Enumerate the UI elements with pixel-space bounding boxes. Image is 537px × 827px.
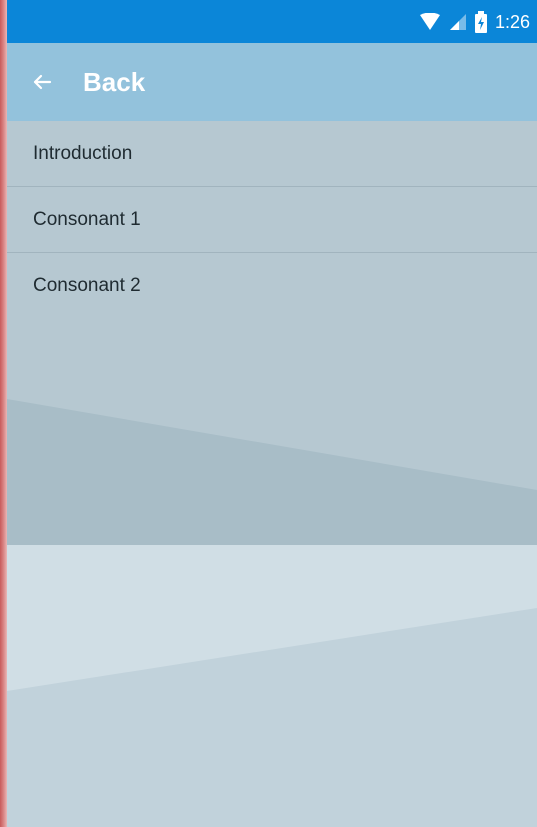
list-item-consonant-2[interactable]: Consonant 2 — [7, 253, 537, 319]
back-label: Back — [83, 67, 146, 97]
battery-icon — [474, 11, 487, 33]
back-button[interactable]: Back — [32, 43, 145, 121]
status-bar: 1:26 — [7, 0, 537, 43]
arrow-left-icon — [32, 72, 52, 92]
list-item-label: Consonant 2 — [33, 275, 141, 296]
lesson-list: Introduction Consonant 1 Consonant 2 — [7, 121, 537, 319]
app-screen: 1:26 Back Introduction Consonant 1 Conso… — [0, 0, 537, 827]
wifi-icon — [419, 13, 441, 31]
list-item-introduction[interactable]: Introduction — [7, 121, 537, 187]
left-edge-strip — [0, 0, 7, 827]
clock-time: 1:26 — [494, 12, 530, 32]
content-area: Introduction Consonant 1 Consonant 2 — [7, 121, 537, 827]
list-item-label: Consonant 1 — [33, 208, 141, 230]
list-item-consonant-1[interactable]: Consonant 1 — [7, 187, 537, 253]
app-bar: Back — [7, 43, 537, 121]
list-item-label: Introduction — [33, 142, 133, 164]
signal-icon — [449, 13, 467, 31]
status-indicators: 1:26 — [419, 8, 530, 36]
